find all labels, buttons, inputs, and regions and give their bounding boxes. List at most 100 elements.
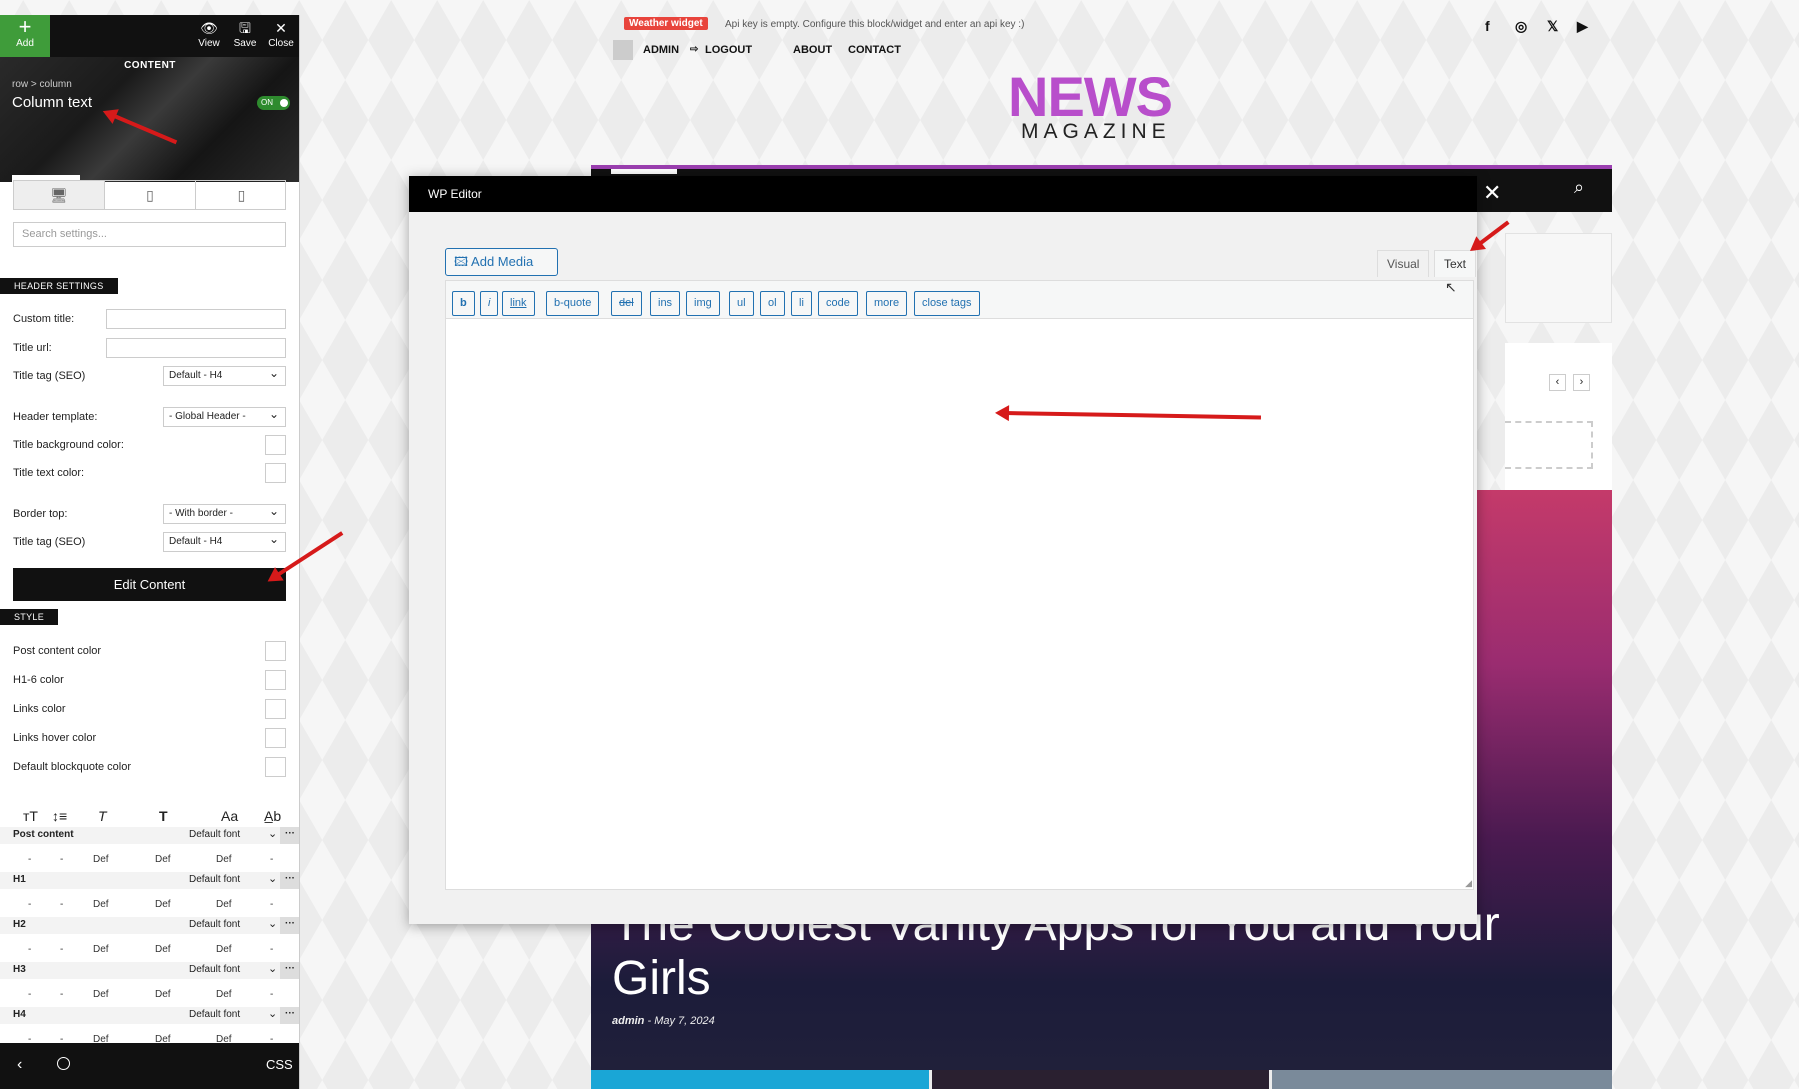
qt-del-button[interactable]: del — [611, 291, 642, 316]
letter-spacing-icon[interactable]: A̲b — [264, 808, 281, 824]
view-label: View — [198, 38, 220, 49]
phone-icon[interactable]: ▯ — [196, 181, 287, 209]
bold-icon[interactable]: T — [159, 808, 168, 824]
post-author[interactable]: admin — [612, 1015, 644, 1027]
search-icon[interactable]: ⌕ — [1574, 177, 1584, 198]
modal-header: WP Editor — [409, 176, 1477, 212]
title-tag-select[interactable]: Default - H4 — [163, 366, 286, 386]
add-media-button[interactable]: 🖾 Add Media — [445, 248, 558, 276]
title-url-input[interactable] — [106, 338, 286, 358]
element-header: CONTENT row > column Column text ON Gene… — [0, 57, 299, 208]
chevron-down-icon: ⌄ — [268, 873, 278, 885]
title-bg-color-swatch[interactable] — [265, 435, 286, 455]
title-tag2-select[interactable]: Default - H4 — [163, 532, 286, 552]
title-text-color-swatch[interactable] — [265, 463, 286, 483]
view-button[interactable]: 👁 View — [191, 18, 227, 49]
quicktags-toolbar: b i link b-quote del ins img ul ol li co… — [445, 280, 1474, 318]
modal-title: WP Editor — [428, 187, 482, 201]
font-size-icon[interactable]: ᴛT — [23, 808, 38, 824]
element-title: Column text — [12, 94, 93, 111]
thumbnail[interactable] — [1272, 1070, 1612, 1089]
chevron-down-icon: ⌄ — [268, 963, 278, 975]
qt-ol-button[interactable]: ol — [760, 291, 785, 316]
more-options-icon[interactable]: ··· — [280, 872, 299, 889]
custom-title-input[interactable] — [106, 309, 286, 329]
chevron-left-icon[interactable]: ‹ — [1549, 374, 1566, 391]
font-row-label: H3 — [13, 964, 26, 975]
qt-img-button[interactable]: img — [686, 291, 720, 316]
font-select[interactable]: Default font — [189, 1009, 240, 1020]
edit-content-button[interactable]: Edit Content — [13, 568, 286, 601]
qt-bquote-button[interactable]: b-quote — [546, 291, 600, 316]
font-select[interactable]: Default font — [189, 874, 240, 885]
x-icon[interactable]: 𝕏 — [1547, 18, 1558, 35]
weather-warning: Api key is empty. Configure this block/w… — [725, 19, 1025, 30]
editor-textarea[interactable]: ◢ — [445, 318, 1474, 890]
css-button[interactable]: CSS — [266, 1057, 293, 1072]
font-row-h2: H2 Default font ⌄ ··· — [0, 917, 299, 934]
sidebar-bottom-bar: ‹ CSS — [0, 1043, 299, 1089]
qt-more-button[interactable]: more — [866, 291, 908, 316]
facebook-icon[interactable]: f — [1485, 18, 1490, 34]
close-button[interactable]: ✕ Close — [263, 18, 299, 49]
font-values-row: -- Def Def Def - — [28, 854, 274, 865]
post-content-color-swatch[interactable] — [265, 641, 286, 661]
chevron-left-icon[interactable]: ‹ — [17, 1056, 22, 1074]
desktop-icon[interactable]: 🖥 — [14, 181, 105, 209]
save-label: Save — [233, 38, 257, 49]
element-toggle[interactable]: ON — [257, 96, 290, 110]
qt-code-button[interactable]: code — [818, 291, 858, 316]
italic-icon[interactable]: T — [98, 808, 107, 824]
header-template-select[interactable]: - Global Header - — [163, 407, 286, 427]
more-options-icon[interactable]: ··· — [280, 1007, 299, 1024]
resize-handle-icon[interactable]: ◢ — [1465, 878, 1472, 889]
text-transform-icon[interactable]: Aa — [221, 808, 238, 824]
qt-ul-button[interactable]: ul — [729, 291, 754, 316]
thumbnail[interactable] — [932, 1070, 1269, 1089]
qt-close-tags-button[interactable]: close tags — [914, 291, 980, 316]
tab-text[interactable]: Text — [1434, 250, 1477, 277]
settings-search-input[interactable]: Search settings... — [13, 222, 286, 247]
border-top-select[interactable]: - With border - — [163, 504, 286, 524]
save-button[interactable]: 🖫 Save — [227, 18, 263, 49]
font-select[interactable]: Default font — [189, 964, 240, 975]
font-select[interactable]: Default font — [189, 829, 240, 840]
tablet-icon[interactable]: ▯ — [105, 181, 196, 209]
crumb-row[interactable]: row — [12, 79, 28, 90]
more-options-icon[interactable]: ··· — [280, 827, 299, 844]
links-hover-color-swatch[interactable] — [265, 728, 286, 748]
circle-icon[interactable] — [57, 1057, 70, 1070]
chevron-right-icon: > — [30, 79, 37, 90]
nav-admin[interactable]: ADMIN — [643, 44, 679, 56]
qt-li-button[interactable]: li — [791, 291, 812, 316]
more-options-icon[interactable]: ··· — [280, 962, 299, 979]
more-options-icon[interactable]: ··· — [280, 917, 299, 934]
font-select[interactable]: Default font — [189, 919, 240, 930]
blockquote-color-label: Default blockquote color — [13, 761, 132, 773]
chevron-right-icon[interactable]: › — [1573, 374, 1590, 391]
nav-about[interactable]: ABOUT — [793, 44, 832, 56]
close-icon[interactable]: ✕ — [1483, 180, 1501, 206]
add-button[interactable]: + Add — [0, 15, 50, 57]
floppy-icon: 🖫 — [239, 20, 251, 36]
links-color-swatch[interactable] — [265, 699, 286, 719]
title-bg-color-label: Title background color: — [13, 439, 124, 451]
nav-logout[interactable]: LOGOUT — [705, 44, 752, 56]
tab-visual[interactable]: Visual — [1377, 250, 1430, 277]
qt-ins-button[interactable]: ins — [650, 291, 681, 316]
h1-6-color-swatch[interactable] — [265, 670, 286, 690]
nav-contact[interactable]: CONTACT — [848, 44, 901, 56]
instagram-icon[interactable]: ◎ — [1515, 18, 1527, 35]
blockquote-color-swatch[interactable] — [265, 757, 286, 777]
youtube-icon[interactable]: ▶ — [1577, 18, 1588, 35]
qt-link-button[interactable]: link — [502, 291, 535, 316]
crumb-column[interactable]: column — [40, 79, 72, 90]
qt-bold-button[interactable]: b — [452, 291, 475, 316]
thumbnail[interactable] — [591, 1070, 929, 1089]
breadcrumb: row > column — [12, 79, 72, 90]
chevron-down-icon: ⌄ — [268, 1008, 278, 1020]
featured-post-meta: admin - May 7, 2024 — [612, 1015, 715, 1027]
line-height-icon[interactable]: ↕≡ — [52, 808, 67, 824]
placeholder-box — [1505, 421, 1593, 469]
qt-italic-button[interactable]: i — [480, 291, 499, 316]
